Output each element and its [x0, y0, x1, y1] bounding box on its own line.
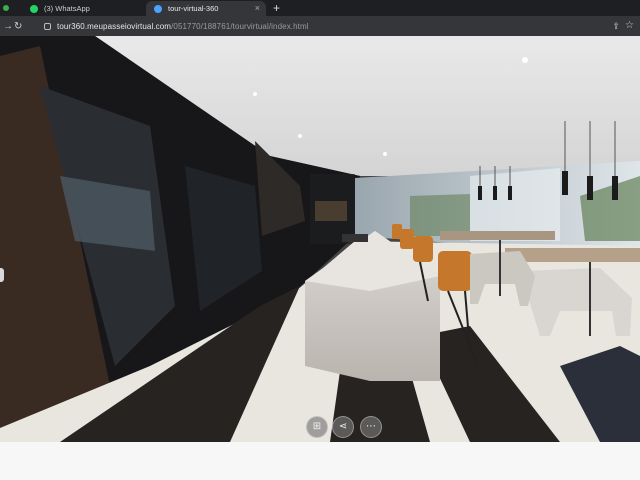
- pan-left-handle[interactable]: [0, 268, 4, 282]
- url-path: /051770/188761/tourvirtual/index.html: [171, 21, 309, 31]
- share-page-icon[interactable]: ⇪: [612, 21, 620, 32]
- tab-label: tour-virtual-360: [168, 4, 219, 13]
- url-field[interactable]: tour360.meupasseiovirtual.com/051770/188…: [57, 22, 309, 31]
- more-icon: ⋯: [366, 421, 376, 432]
- browser-tab-bar: (3) WhatsApp tour-virtual-360 × +: [0, 0, 640, 16]
- forward-icon[interactable]: →: [3, 21, 13, 32]
- back-wall: [310, 174, 355, 244]
- close-tab-icon[interactable]: ×: [255, 3, 260, 13]
- address-bar: → ↻ tour360.meupasseiovirtual.com/051770…: [0, 16, 640, 36]
- panorama-scene: [0, 36, 640, 442]
- site-info-icon[interactable]: [44, 22, 51, 30]
- cooktop: [342, 234, 368, 242]
- tab-label: (3) WhatsApp: [44, 4, 90, 13]
- tab-whatsapp[interactable]: (3) WhatsApp: [22, 1, 144, 16]
- curtain: [470, 168, 560, 241]
- grid-icon: ⊞: [312, 421, 322, 432]
- garden-view: [410, 194, 470, 236]
- thumbnails-button[interactable]: ⊞: [306, 416, 328, 438]
- share-button[interactable]: ⋖: [332, 416, 354, 438]
- window-control-icon[interactable]: [3, 5, 9, 11]
- tab-tour-virtual[interactable]: tour-virtual-360 ×: [146, 1, 266, 16]
- panorama-viewer[interactable]: [0, 36, 640, 442]
- bookmark-star-icon[interactable]: ☆: [625, 20, 634, 31]
- new-tab-button[interactable]: +: [273, 0, 280, 16]
- more-button[interactable]: ⋯: [360, 416, 382, 438]
- share-icon: ⋖: [338, 421, 348, 432]
- url-domain: tour360.meupasseiovirtual.com: [57, 21, 172, 31]
- page-bottom-area: [0, 442, 640, 480]
- reload-icon[interactable]: ↻: [14, 21, 22, 32]
- cloud-icon: [154, 4, 162, 13]
- whatsapp-icon: [30, 4, 38, 13]
